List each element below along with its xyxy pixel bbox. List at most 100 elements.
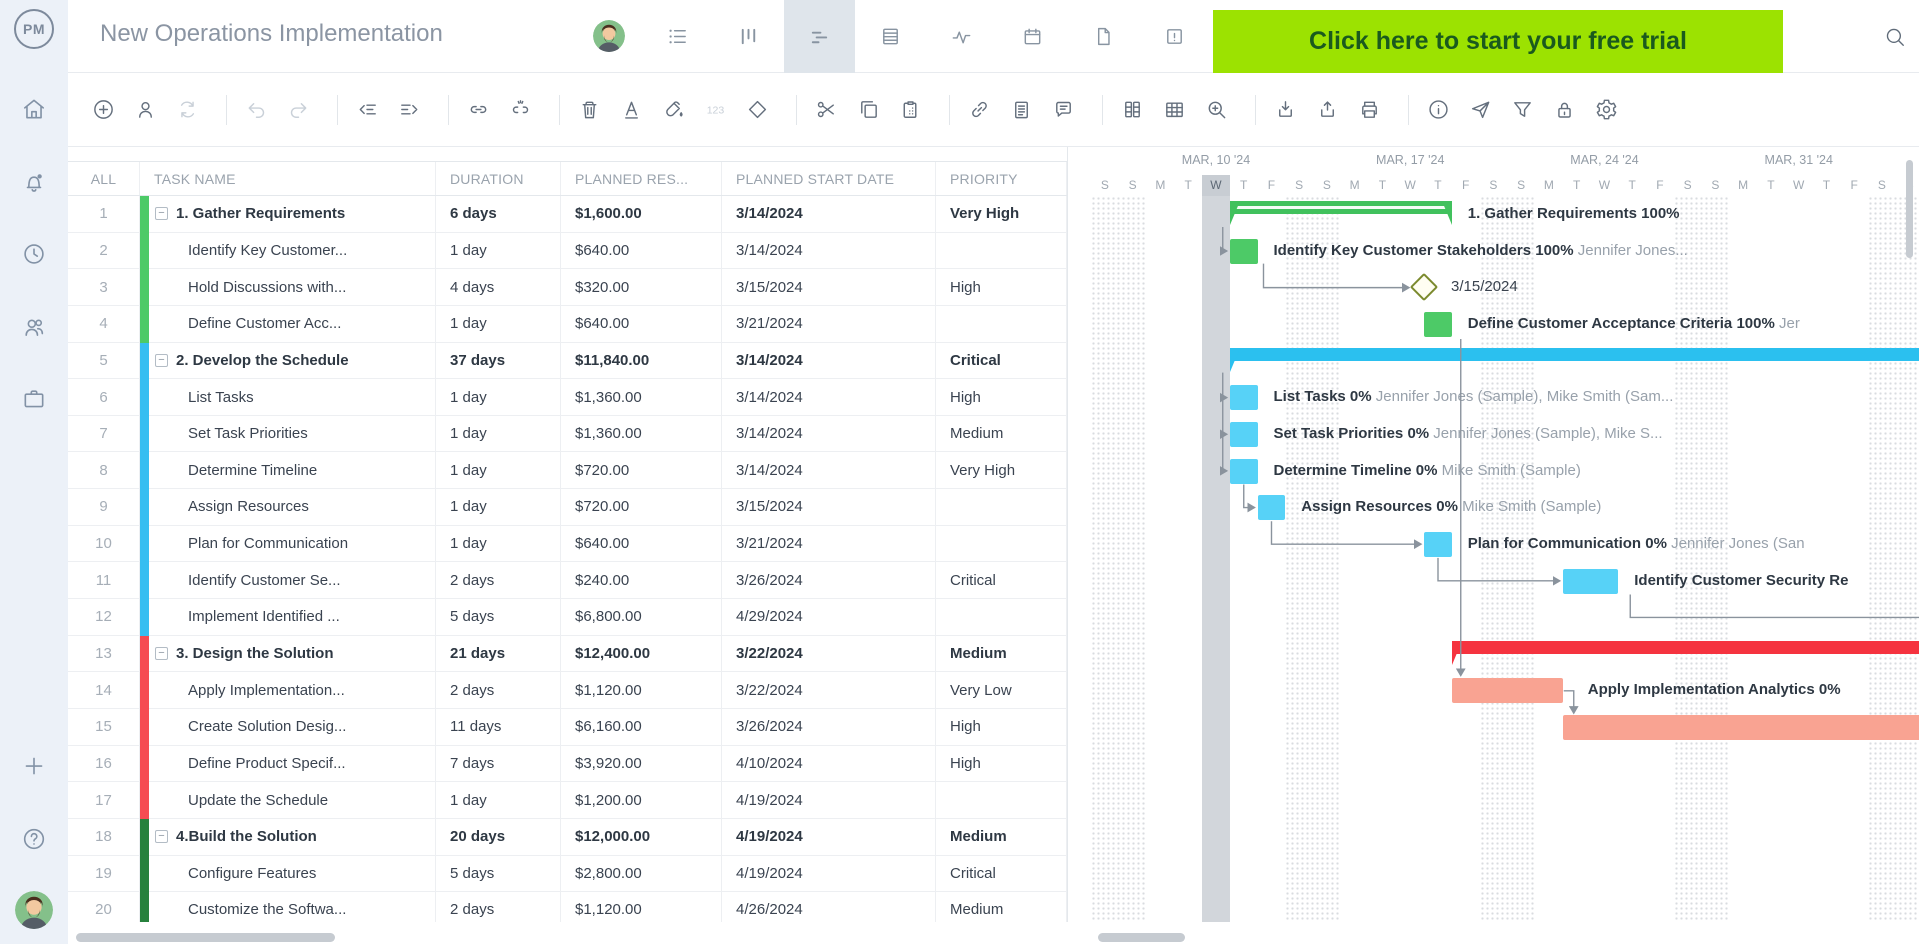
info-icon[interactable] bbox=[1427, 98, 1450, 121]
row-number[interactable]: 17 bbox=[68, 782, 140, 818]
duration-cell[interactable]: 7 days bbox=[436, 746, 561, 782]
gantt-horizontal-scrollbar[interactable] bbox=[1098, 933, 1185, 942]
task-name-cell[interactable]: −1. Gather Requirements bbox=[140, 196, 436, 232]
duration-cell[interactable]: 4 days bbox=[436, 269, 561, 305]
tab-view-activity[interactable] bbox=[926, 0, 997, 73]
table-row[interactable]: 13−3. Design the Solution21 days$12,400.… bbox=[68, 636, 1067, 673]
collapse-toggle[interactable]: − bbox=[155, 207, 168, 220]
task-name-cell[interactable]: Create Solution Desig... bbox=[140, 709, 436, 745]
row-number[interactable]: 2 bbox=[68, 233, 140, 269]
column-header-priority[interactable]: PRIORITY bbox=[936, 162, 1067, 195]
table-row[interactable]: 3Hold Discussions with...4 days$320.003/… bbox=[68, 269, 1067, 306]
shape-icon[interactable] bbox=[746, 98, 769, 121]
task-name-cell[interactable]: Hold Discussions with... bbox=[140, 269, 436, 305]
priority-cell[interactable] bbox=[936, 306, 1067, 342]
table-row[interactable]: 18−4.Build the Solution20 days$12,000.00… bbox=[68, 819, 1067, 856]
planned-start-cell[interactable]: 3/15/2024 bbox=[722, 269, 936, 305]
planned-start-cell[interactable]: 3/26/2024 bbox=[722, 562, 936, 598]
row-number[interactable]: 16 bbox=[68, 746, 140, 782]
planned-cost-cell[interactable]: $1,360.00 bbox=[561, 379, 722, 415]
gantt-task-bar[interactable] bbox=[1230, 385, 1258, 410]
task-name-cell[interactable]: −2. Develop the Schedule bbox=[140, 343, 436, 379]
planned-cost-cell[interactable]: $720.00 bbox=[561, 452, 722, 488]
grid-icon[interactable] bbox=[1163, 98, 1186, 121]
gantt-task-bar[interactable] bbox=[1230, 459, 1258, 484]
notes-icon[interactable] bbox=[1010, 98, 1033, 121]
planned-cost-cell[interactable]: $11,840.00 bbox=[561, 343, 722, 379]
collapse-toggle[interactable]: − bbox=[155, 647, 168, 660]
row-number[interactable]: 4 bbox=[68, 306, 140, 342]
priority-cell[interactable] bbox=[936, 233, 1067, 269]
table-row[interactable]: 17Update the Schedule1 day$1,200.004/19/… bbox=[68, 782, 1067, 819]
planned-start-cell[interactable]: 3/21/2024 bbox=[722, 306, 936, 342]
user-avatar[interactable] bbox=[15, 891, 53, 929]
unlink-tasks-icon[interactable] bbox=[509, 98, 532, 121]
duration-cell[interactable]: 5 days bbox=[436, 599, 561, 635]
task-name-cell[interactable]: List Tasks bbox=[140, 379, 436, 415]
outdent-icon[interactable] bbox=[356, 98, 379, 121]
planned-start-cell[interactable]: 3/14/2024 bbox=[722, 343, 936, 379]
table-row[interactable]: 20Customize the Softwa...2 days$1,120.00… bbox=[68, 892, 1067, 922]
duration-cell[interactable]: 1 day bbox=[436, 233, 561, 269]
task-name-cell[interactable]: Customize the Softwa... bbox=[140, 892, 436, 922]
task-name-cell[interactable]: Implement Identified ... bbox=[140, 599, 436, 635]
gantt-summary-bar[interactable] bbox=[1452, 641, 1919, 654]
team-icon[interactable] bbox=[21, 314, 47, 340]
planned-start-cell[interactable]: 3/15/2024 bbox=[722, 489, 936, 525]
row-number[interactable]: 1 bbox=[68, 196, 140, 232]
planned-start-cell[interactable]: 3/14/2024 bbox=[722, 416, 936, 452]
print-icon[interactable] bbox=[1358, 98, 1381, 121]
planned-start-cell[interactable]: 3/26/2024 bbox=[722, 709, 936, 745]
assign-icon[interactable] bbox=[134, 98, 157, 121]
planned-start-cell[interactable]: 3/14/2024 bbox=[722, 452, 936, 488]
planned-cost-cell[interactable]: $2,800.00 bbox=[561, 856, 722, 892]
duration-cell[interactable]: 1 day bbox=[436, 416, 561, 452]
collapse-toggle[interactable]: − bbox=[155, 830, 168, 843]
bell-icon[interactable] bbox=[21, 169, 47, 195]
row-number[interactable]: 5 bbox=[68, 343, 140, 379]
cut-icon[interactable] bbox=[815, 98, 838, 121]
table-row[interactable]: 8Determine Timeline1 day$720.003/14/2024… bbox=[68, 452, 1067, 489]
priority-cell[interactable]: Medium bbox=[936, 892, 1067, 922]
table-row[interactable]: 12Implement Identified ...5 days$6,800.0… bbox=[68, 599, 1067, 636]
row-number[interactable]: 13 bbox=[68, 636, 140, 672]
zoom-in-icon[interactable] bbox=[1205, 98, 1228, 121]
column-header-all[interactable]: ALL bbox=[68, 162, 140, 195]
table-row[interactable]: 7Set Task Priorities1 day$1,360.003/14/2… bbox=[68, 416, 1067, 453]
fill-color-icon[interactable] bbox=[662, 98, 685, 121]
task-name-cell[interactable]: Define Product Specif... bbox=[140, 746, 436, 782]
planned-start-cell[interactable]: 3/14/2024 bbox=[722, 233, 936, 269]
table-row[interactable]: 5−2. Develop the Schedule37 days$11,840.… bbox=[68, 343, 1067, 380]
priority-cell[interactable] bbox=[936, 782, 1067, 818]
lock-icon[interactable] bbox=[1553, 98, 1576, 121]
home-icon[interactable] bbox=[21, 96, 47, 122]
pm-logo[interactable]: PM bbox=[14, 9, 54, 49]
planned-start-cell[interactable]: 4/19/2024 bbox=[722, 782, 936, 818]
planned-cost-cell[interactable]: $320.00 bbox=[561, 269, 722, 305]
attachment-icon[interactable] bbox=[968, 98, 991, 121]
planned-start-cell[interactable]: 4/19/2024 bbox=[722, 856, 936, 892]
task-name-cell[interactable]: Define Customer Acc... bbox=[140, 306, 436, 342]
project-title[interactable]: New Operations Implementation bbox=[100, 20, 443, 48]
gantt-task-bar[interactable] bbox=[1452, 678, 1563, 703]
planned-cost-cell[interactable]: $240.00 bbox=[561, 562, 722, 598]
table-row[interactable]: 16Define Product Specif...7 days$3,920.0… bbox=[68, 746, 1067, 783]
priority-cell[interactable] bbox=[936, 599, 1067, 635]
table-horizontal-scrollbar[interactable] bbox=[76, 933, 335, 942]
collapse-toggle[interactable]: − bbox=[155, 354, 168, 367]
duration-cell[interactable]: 20 days bbox=[436, 819, 561, 855]
priority-cell[interactable]: Very Low bbox=[936, 672, 1067, 708]
planned-cost-cell[interactable]: $1,120.00 bbox=[561, 672, 722, 708]
planned-start-cell[interactable]: 4/19/2024 bbox=[722, 819, 936, 855]
indent-icon[interactable] bbox=[398, 98, 421, 121]
planned-cost-cell[interactable]: $1,360.00 bbox=[561, 416, 722, 452]
font-color-icon[interactable] bbox=[620, 98, 643, 121]
planned-cost-cell[interactable]: $1,600.00 bbox=[561, 196, 722, 232]
table-row[interactable]: 6List Tasks1 day$1,360.003/14/2024High bbox=[68, 379, 1067, 416]
planned-cost-cell[interactable]: $640.00 bbox=[561, 306, 722, 342]
project-owner-avatar[interactable] bbox=[593, 20, 625, 52]
planned-start-cell[interactable]: 3/14/2024 bbox=[722, 196, 936, 232]
task-name-cell[interactable]: Configure Features bbox=[140, 856, 436, 892]
tab-view-alert[interactable] bbox=[1139, 0, 1210, 73]
priority-cell[interactable]: Very High bbox=[936, 196, 1067, 232]
